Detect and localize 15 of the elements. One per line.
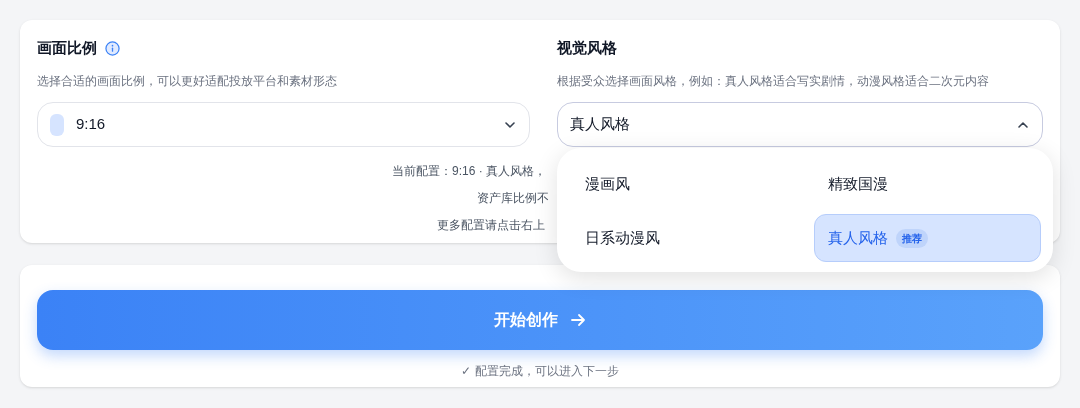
style-select[interactable]: 真人风格: [557, 102, 1043, 147]
recommended-badge: 推荐: [896, 228, 928, 248]
style-option[interactable]: 真人风格 推荐: [814, 214, 1041, 262]
status-text: ✓ 配置完成，可以进入下一步: [461, 363, 619, 380]
summary-text: 当前配置：9:16 · 真人风格，: [392, 164, 547, 178]
info-icon[interactable]: [105, 40, 120, 56]
section-title: 画面比例: [37, 37, 97, 58]
section-description: 选择合适的画面比例，可以更好适配投放平台和素材形态: [37, 73, 338, 90]
section-description: 根据受众选择画面风格，例如：真人风格适合写实剧情，动漫风格适合二次元内容: [557, 73, 990, 90]
section-title: 视觉风格: [557, 37, 617, 58]
summary-text: 资产库比例不: [477, 191, 549, 205]
summary-text: 更多配置请点击右上: [437, 218, 545, 232]
ratio-select[interactable]: 9:16: [37, 102, 530, 147]
arrow-right-icon: [570, 312, 586, 328]
ratio-shape-icon: [50, 113, 64, 136]
